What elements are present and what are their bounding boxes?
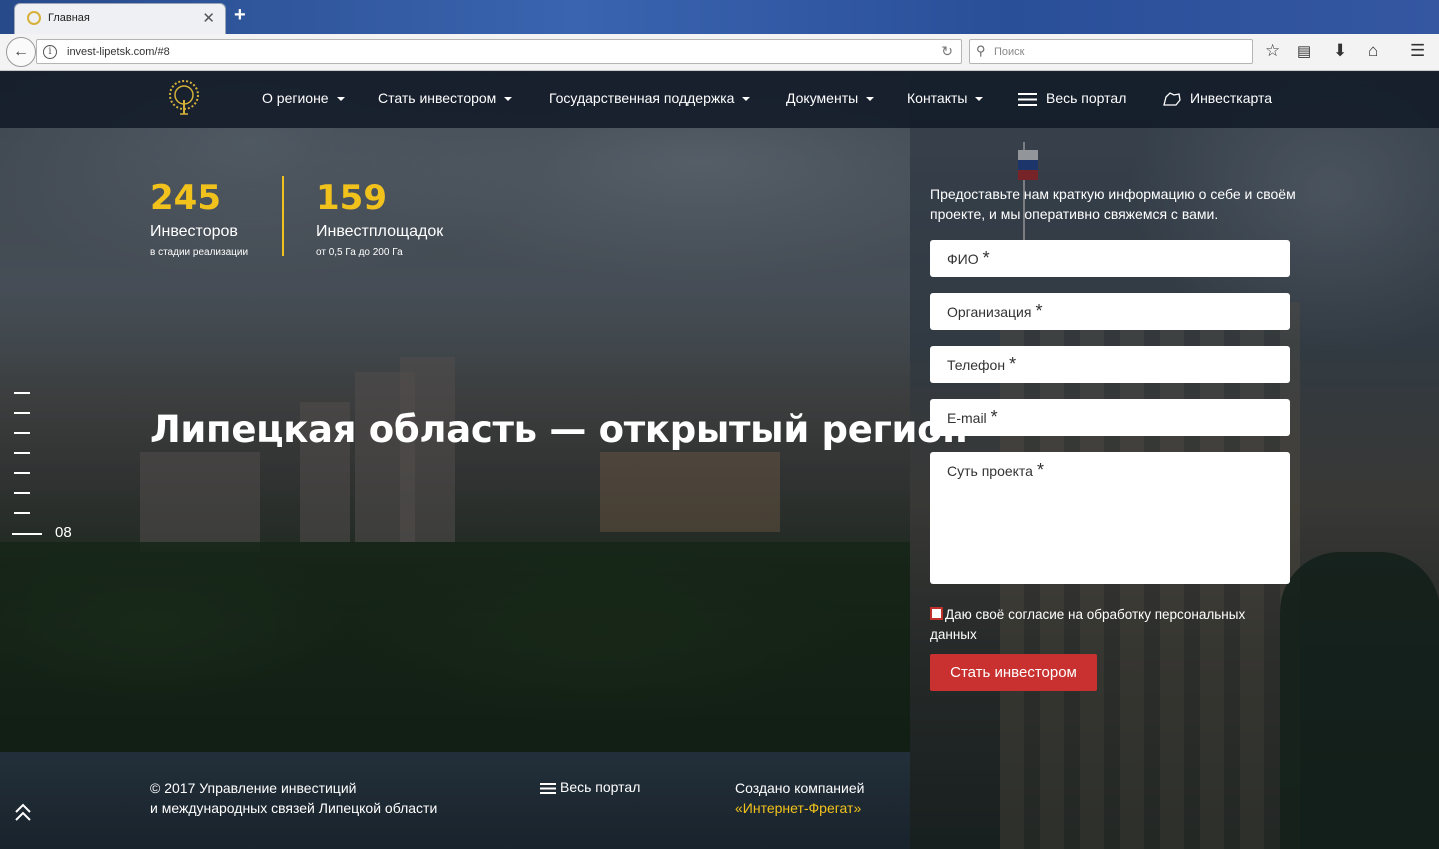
required-star-icon: * xyxy=(1009,354,1017,374)
tab-title: Главная xyxy=(48,12,90,24)
back-arrow-icon[interactable]: ← xyxy=(6,37,36,67)
required-star-icon: * xyxy=(1035,301,1043,321)
project-textarea[interactable]: Суть проекта * xyxy=(930,452,1290,584)
name-field[interactable]: ФИО * xyxy=(930,240,1290,277)
stat-investors-label: Инвесторов xyxy=(150,223,238,240)
nav-label: О регионе xyxy=(262,90,329,106)
nav-item-about-region[interactable]: О регионе xyxy=(262,90,345,106)
slide-nav-item[interactable] xyxy=(14,432,30,434)
slide-nav-item[interactable] xyxy=(14,392,30,394)
dark-overlay xyxy=(0,72,910,849)
slide-nav-item-active[interactable] xyxy=(12,533,42,535)
close-tab-icon[interactable]: ✕ xyxy=(202,9,215,27)
email-field[interactable]: E-mail * xyxy=(930,399,1290,436)
become-investor-button[interactable]: Стать инвестором xyxy=(930,654,1097,691)
tree-logo-icon[interactable] xyxy=(165,78,203,118)
nav-label: Весь портал xyxy=(1046,90,1127,106)
stat-divider xyxy=(282,176,284,256)
download-icon[interactable]: ⬇ xyxy=(1333,41,1347,61)
nav-label: Государственная поддержка xyxy=(549,90,735,106)
consent-row: Даю своё согласие на обработку персональ… xyxy=(930,605,1290,645)
browser-tab-bar: Главная ✕ + xyxy=(0,0,1439,34)
search-placeholder: Поиск xyxy=(994,46,1025,58)
browser-tab[interactable]: Главная ✕ xyxy=(14,3,226,34)
caret-down-icon xyxy=(866,97,875,102)
search-icon: ⚲ xyxy=(976,43,986,58)
form-intro: Предоставьте нам краткую информацию о се… xyxy=(930,186,1296,222)
required-star-icon: * xyxy=(982,248,990,268)
slide-nav-item[interactable] xyxy=(14,492,30,494)
caret-down-icon xyxy=(975,97,984,102)
page-title: Липецкая область — открытый регион xyxy=(150,408,968,451)
browser-navigation-bar: ← i invest-lipetsk.com/#8 ↻ ⚲ Поиск ☆ ▤ … xyxy=(0,34,1439,71)
caret-down-icon xyxy=(504,97,513,102)
reload-icon[interactable]: ↻ xyxy=(941,43,953,60)
info-icon[interactable]: i xyxy=(43,45,57,59)
nav-label: Инвесткарта xyxy=(1190,90,1273,106)
nav-item-documents[interactable]: Документы xyxy=(786,90,875,106)
hamburger-icon xyxy=(540,782,556,794)
slide-nav-item[interactable] xyxy=(14,512,30,514)
field-placeholder: ФИО xyxy=(947,251,979,267)
field-placeholder: E-mail xyxy=(947,410,987,426)
copyright-line: © 2017 Управление инвестиций xyxy=(150,780,357,796)
stat-sites-label: Инвестплощадок xyxy=(316,223,444,240)
nav-label: Контакты xyxy=(907,90,968,106)
region-map-icon xyxy=(1163,92,1181,106)
url-text[interactable]: invest-lipetsk.com/#8 xyxy=(67,46,170,58)
scroll-up-icon[interactable] xyxy=(14,802,32,824)
reading-list-icon[interactable]: ▤ xyxy=(1297,42,1311,60)
portal-label: Весь портал xyxy=(560,779,641,795)
search-input[interactable]: ⚲ Поиск xyxy=(969,39,1253,64)
footer-credits: Создано компанией «Интернет-Фрегат» xyxy=(735,778,864,818)
slide-number: 08 xyxy=(55,524,72,541)
nav-item-whole-portal[interactable]: Весь портал xyxy=(1018,90,1126,106)
hamburger-icon xyxy=(1018,92,1037,106)
footer-copyright: © 2017 Управление инвестиций и междунаро… xyxy=(150,778,437,818)
stat-investors-sub: в стадии реализации xyxy=(150,247,249,258)
stat-investors-value: 245 xyxy=(150,178,221,218)
consent-checkbox[interactable] xyxy=(930,607,943,620)
nav-label: Документы xyxy=(786,90,859,106)
nav-item-contacts[interactable]: Контакты xyxy=(907,90,984,106)
phone-field[interactable]: Телефон * xyxy=(930,346,1290,383)
address-bar[interactable]: i invest-lipetsk.com/#8 ↻ xyxy=(36,39,962,64)
slide-nav-item[interactable] xyxy=(14,452,30,454)
field-placeholder: Организация xyxy=(947,304,1032,320)
bookmark-star-icon[interactable]: ☆ xyxy=(1265,41,1280,61)
slide-nav-item[interactable] xyxy=(14,412,30,414)
field-placeholder: Телефон xyxy=(947,357,1006,373)
stat-sites-sub: от 0,5 Га до 200 Га xyxy=(316,247,403,258)
required-star-icon: * xyxy=(990,407,998,427)
favicon-icon xyxy=(27,11,41,25)
web-page: О регионе Стать инвестором Государственн… xyxy=(0,72,1439,849)
nav-item-investmap[interactable]: Инвесткарта xyxy=(1162,90,1272,107)
created-by-label: Создано компанией xyxy=(735,780,865,796)
new-tab-icon[interactable]: + xyxy=(234,4,246,27)
nav-label: Стать инвестором xyxy=(378,90,497,106)
organization-field[interactable]: Организация * xyxy=(930,293,1290,330)
footer-portal-link[interactable]: Весь портал xyxy=(540,777,640,797)
caret-down-icon xyxy=(336,97,345,102)
copyright-line: и международных связей Липецкой области xyxy=(150,800,438,816)
site-header: О регионе Стать инвестором Государственн… xyxy=(0,72,1439,128)
slide-nav-item[interactable] xyxy=(14,472,30,474)
home-icon[interactable]: ⌂ xyxy=(1368,41,1378,61)
nav-item-become-investor[interactable]: Стать инвестором xyxy=(378,90,513,106)
required-star-icon: * xyxy=(1036,460,1044,480)
field-placeholder: Суть проекта xyxy=(947,463,1033,479)
stat-sites-value: 159 xyxy=(316,178,387,218)
menu-icon[interactable]: ☰ xyxy=(1410,41,1425,61)
nav-item-state-support[interactable]: Государственная поддержка xyxy=(549,90,751,106)
company-link[interactable]: «Интернет-Фрегат» xyxy=(735,798,864,818)
caret-down-icon xyxy=(742,97,751,102)
consent-label[interactable]: Даю своё согласие на обработку персональ… xyxy=(930,607,1245,642)
